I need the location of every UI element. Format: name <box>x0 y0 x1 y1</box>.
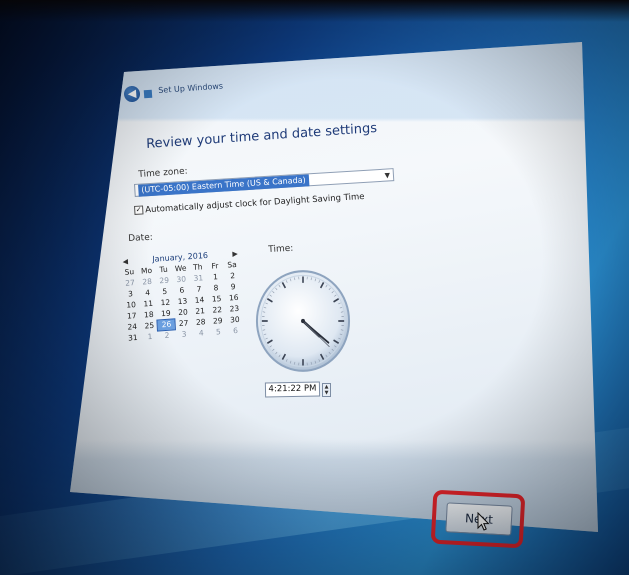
calendar-day[interactable]: 28 <box>192 317 210 328</box>
calendar-weekday: Sa <box>227 259 237 270</box>
clock-center <box>301 318 305 324</box>
date-calendar[interactable]: ◀ January, 2016 ▶ Su Mo Tu We Th Fr Sa 27 28 29 30… <box>120 248 244 344</box>
calendar-day[interactable]: 8 <box>207 283 225 294</box>
calendar-day[interactable]: 30 <box>173 274 191 285</box>
calendar-day[interactable]: 5 <box>156 286 174 297</box>
calendar-day[interactable]: 24 <box>124 322 142 333</box>
calendar-day[interactable]: 10 <box>122 300 140 311</box>
calendar-next-month-icon[interactable]: ▶ <box>230 248 241 261</box>
calendar-weekday: Tu <box>159 264 168 275</box>
calendar-weekday: Th <box>192 262 203 272</box>
calendar-day[interactable]: 12 <box>157 297 175 308</box>
time-input[interactable]: 4:21:22 PM <box>264 381 321 398</box>
calendar-day[interactable]: 21 <box>191 306 209 317</box>
calendar-day[interactable]: 9 <box>224 282 242 293</box>
calendar-day[interactable]: 4 <box>139 288 157 299</box>
calendar-day[interactable]: 27 <box>121 278 139 289</box>
calendar-day[interactable]: 16 <box>225 293 243 304</box>
analog-clock <box>254 268 352 374</box>
calendar-day[interactable]: 11 <box>139 299 157 310</box>
dst-checkbox[interactable]: ✓ <box>134 205 144 215</box>
calendar-day[interactable]: 30 <box>226 315 244 326</box>
calendar-day[interactable]: 14 <box>191 295 209 306</box>
calendar-weekday: We <box>174 263 187 274</box>
calendar-day[interactable]: 6 <box>173 285 191 296</box>
calendar-day[interactable]: 3 <box>122 289 140 300</box>
calendar-day[interactable]: 18 <box>140 310 158 321</box>
time-label: Time: <box>268 243 294 255</box>
calendar-day[interactable]: 13 <box>174 296 192 307</box>
calendar-weekday: Fr <box>211 261 219 271</box>
clock-face <box>255 270 351 372</box>
spinner-down-icon[interactable]: ▼ <box>323 390 330 396</box>
photo-frame: ◀ Set Up Windows Review your time and da… <box>0 0 629 575</box>
calendar-day[interactable]: 31 <box>124 333 142 344</box>
date-label: Date: <box>128 232 154 244</box>
calendar-day[interactable]: 29 <box>209 316 227 327</box>
calendar-day[interactable]: 23 <box>226 304 244 315</box>
calendar-day[interactable]: 25 <box>141 321 159 332</box>
calendar-day[interactable]: 1 <box>141 332 159 343</box>
calendar-day[interactable]: 15 <box>208 294 226 305</box>
calendar-weekday: Su <box>124 267 135 277</box>
calendar-month-year[interactable]: January, 2016 <box>152 251 208 264</box>
calendar-day[interactable]: 5 <box>210 327 228 338</box>
calendar-day[interactable]: 29 <box>155 275 173 286</box>
calendar-day[interactable]: 6 <box>227 326 245 337</box>
calendar-day[interactable]: 22 <box>208 305 226 316</box>
calendar-prev-month-icon[interactable]: ◀ <box>120 255 131 268</box>
calendar-day[interactable]: 7 <box>190 284 208 295</box>
calendar-day[interactable]: 31 <box>190 273 208 284</box>
calendar-weekday: Mo <box>140 265 153 276</box>
calendar-grid: Su Mo Tu We Th Fr Sa 27 28 29 30 31 1 2 3 4 5 6 7 8 9 10 11 12 1… <box>121 260 245 344</box>
calendar-day[interactable]: 4 <box>192 328 210 339</box>
calendar-day[interactable]: 27 <box>175 318 193 329</box>
calendar-day[interactable]: 1 <box>207 272 225 283</box>
calendar-day[interactable]: 2 <box>224 271 242 282</box>
windows-setup-icon <box>143 89 153 99</box>
calendar-day[interactable]: 3 <box>175 329 193 340</box>
chevron-down-icon[interactable]: ▼ <box>384 169 390 181</box>
time-spinner[interactable]: ▲ ▼ <box>322 383 331 397</box>
calendar-day[interactable]: 19 <box>157 308 175 319</box>
calendar-day[interactable]: 2 <box>158 330 176 341</box>
monitor-bezel <box>0 0 629 22</box>
calendar-day[interactable]: 17 <box>123 311 141 322</box>
mouse-cursor-icon <box>477 512 490 531</box>
calendar-day[interactable]: 28 <box>138 277 156 288</box>
calendar-day[interactable]: 20 <box>174 307 192 318</box>
calendar-day[interactable]: 26 <box>156 318 177 332</box>
